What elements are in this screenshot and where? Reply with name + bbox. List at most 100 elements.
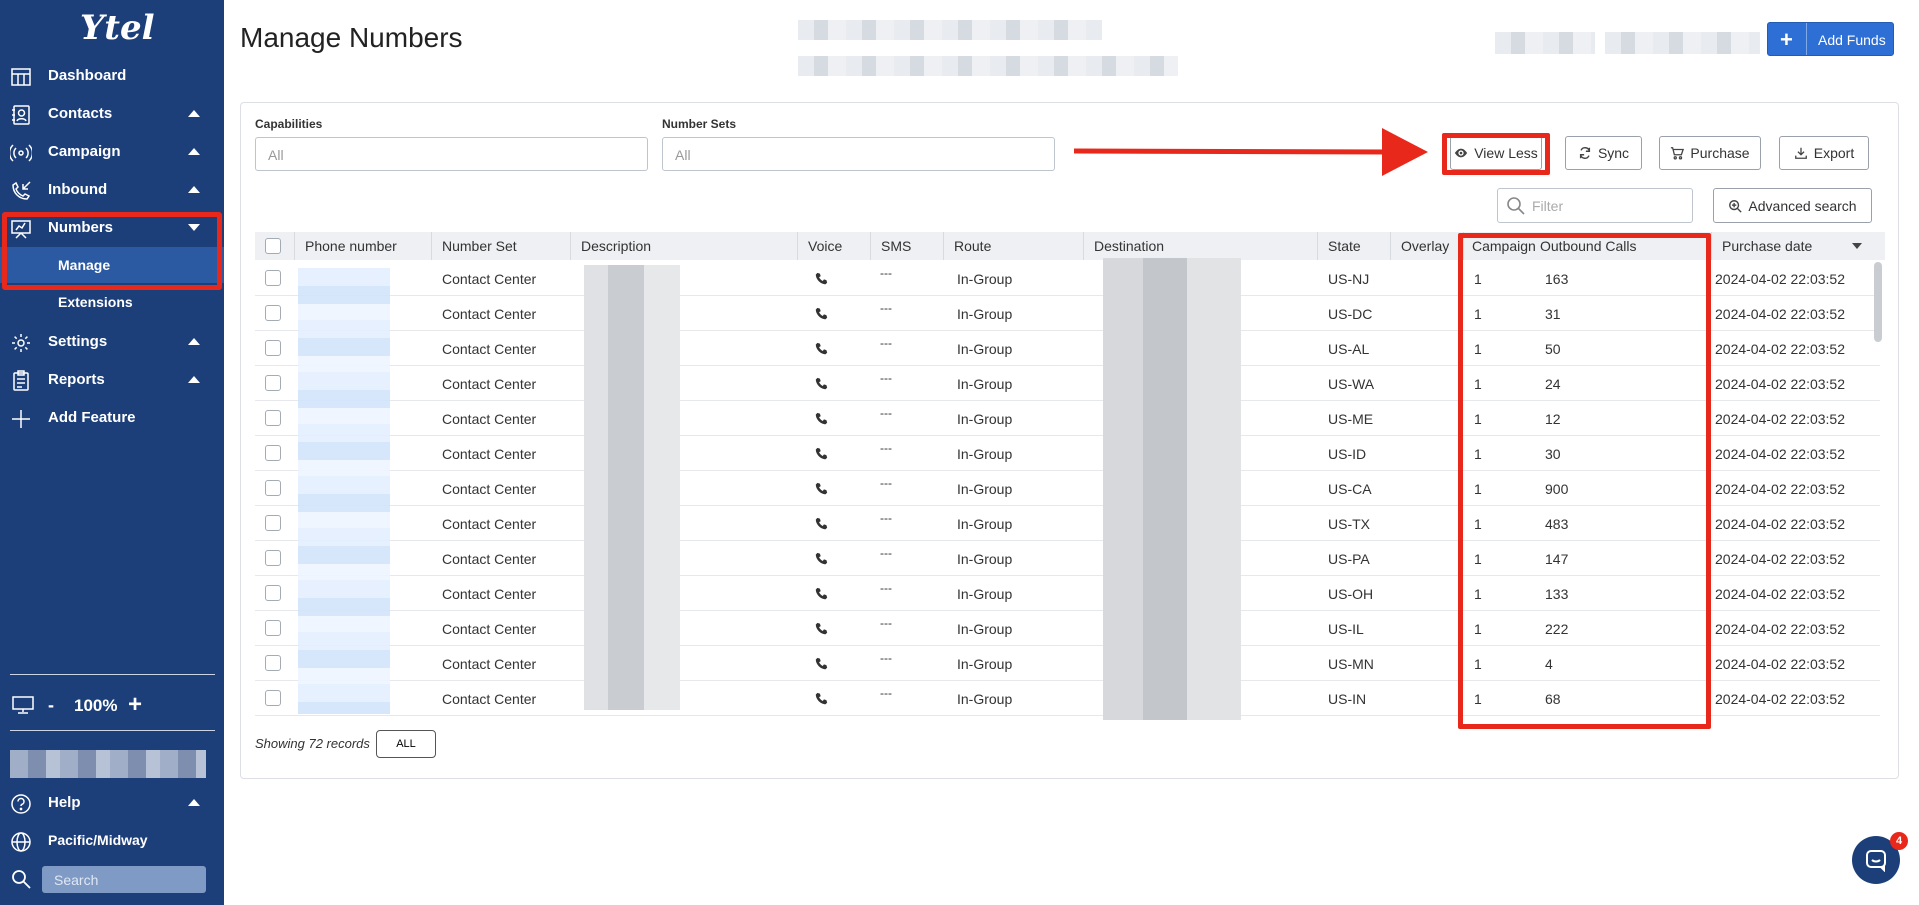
sidebar-item-reports[interactable]: Reports bbox=[0, 361, 224, 399]
advanced-search-button[interactable]: Advanced search bbox=[1713, 188, 1872, 223]
phone-icon bbox=[815, 447, 828, 460]
table-row[interactable]: Contact Center --- In-Group US-NJ 1 163 2024-0… bbox=[255, 261, 1880, 296]
route-cell: In-Group bbox=[957, 481, 1013, 497]
select-all-checkbox[interactable] bbox=[265, 238, 281, 254]
table-row[interactable]: Contact Center --- In-Group US-ID 1 30 2024-04… bbox=[255, 436, 1880, 471]
row-checkbox[interactable] bbox=[265, 585, 281, 601]
table-row[interactable]: Contact Center --- In-Group US-IN 1 68 2024-04… bbox=[255, 681, 1880, 716]
row-checkbox[interactable] bbox=[265, 305, 281, 321]
campaigns-cell: 1 bbox=[1474, 691, 1482, 707]
row-checkbox[interactable] bbox=[265, 375, 281, 391]
table-row[interactable]: Contact Center --- In-Group US-TX 1 483 2024-0… bbox=[255, 506, 1880, 541]
purchase-button[interactable]: Purchase bbox=[1659, 136, 1761, 170]
phone-icon bbox=[815, 657, 828, 670]
plus-icon: + bbox=[1780, 27, 1793, 52]
campaigns-cell: 1 bbox=[1474, 306, 1482, 322]
filter-input[interactable] bbox=[1497, 188, 1693, 223]
column-header-sms[interactable]: SMS bbox=[870, 232, 943, 260]
sidebar-item-label: Numbers bbox=[48, 219, 114, 236]
campaigns-cell: 1 bbox=[1474, 621, 1482, 637]
capabilities-select[interactable]: All bbox=[255, 137, 648, 171]
sidebar-item-settings[interactable]: Settings bbox=[0, 323, 224, 361]
add-funds-button[interactable]: + Add Funds bbox=[1767, 22, 1894, 56]
zoom-out-button[interactable]: - bbox=[48, 695, 54, 716]
table-header: Phone number Number Set Description Voic… bbox=[255, 232, 1885, 260]
purchase-label: Purchase bbox=[1690, 145, 1750, 161]
row-checkbox[interactable] bbox=[265, 445, 281, 461]
row-checkbox[interactable] bbox=[265, 340, 281, 356]
user-account-redacted[interactable] bbox=[10, 750, 206, 778]
export-label: Export bbox=[1813, 145, 1855, 161]
zoom-in-button[interactable]: + bbox=[128, 691, 142, 719]
sidebar-subitem-extensions[interactable]: Extensions bbox=[0, 284, 224, 320]
column-header-campaigns[interactable]: Campaigns bbox=[1463, 232, 1536, 260]
route-cell: In-Group bbox=[957, 586, 1013, 602]
sidebar-subitem-manage[interactable]: Manage bbox=[0, 247, 224, 283]
monitor-icon bbox=[12, 696, 34, 714]
purchase-date-cell: 2024-04-02 22:03:52 bbox=[1715, 481, 1845, 497]
table-row[interactable]: Contact Center --- In-Group US-WA 1 24 2024-04… bbox=[255, 366, 1880, 401]
campaign-icon bbox=[10, 144, 32, 162]
row-checkbox[interactable] bbox=[265, 655, 281, 671]
zoom-level: 100% bbox=[74, 696, 118, 715]
sidebar-item-inbound[interactable]: Inbound bbox=[0, 171, 224, 209]
table-row[interactable]: Contact Center --- In-Group US-OH 1 133 2024-0… bbox=[255, 576, 1880, 611]
row-checkbox[interactable] bbox=[265, 620, 281, 636]
table-row[interactable]: Contact Center --- In-Group US-MN 1 4 2024-04-… bbox=[255, 646, 1880, 681]
row-checkbox[interactable] bbox=[265, 515, 281, 531]
ytel-logo[interactable]: Ytel bbox=[80, 8, 155, 48]
state-cell: US-AL bbox=[1328, 341, 1370, 357]
column-header-state[interactable]: State bbox=[1317, 232, 1390, 260]
state-cell: US-ME bbox=[1328, 411, 1374, 427]
sidebar-item-dashboard[interactable]: Dashboard bbox=[0, 57, 224, 95]
table-row[interactable]: Contact Center --- In-Group US-PA 1 147 2024-0… bbox=[255, 541, 1880, 576]
chevron-up-icon bbox=[188, 376, 200, 383]
campaigns-cell: 1 bbox=[1474, 551, 1482, 567]
route-cell: In-Group bbox=[957, 306, 1013, 322]
row-checkbox[interactable] bbox=[265, 550, 281, 566]
sidebar-item-label: Pacific/Midway bbox=[48, 832, 148, 848]
column-header-outbound-calls[interactable]: Outbound Calls bbox=[1536, 232, 1691, 260]
chevron-up-icon bbox=[188, 148, 200, 155]
outbound-calls-cell: 50 bbox=[1545, 341, 1561, 357]
sort-desc-icon[interactable] bbox=[1852, 243, 1862, 249]
table-row[interactable]: Contact Center --- In-Group US-IL 1 222 2024-0… bbox=[255, 611, 1880, 646]
sidebar-item-numbers[interactable]: Numbers bbox=[0, 209, 224, 247]
number-set-cell: Contact Center bbox=[442, 621, 537, 637]
column-header-phone-number[interactable]: Phone number bbox=[294, 232, 431, 260]
sidebar-item-campaign[interactable]: Campaign bbox=[0, 133, 224, 171]
table-row[interactable]: Contact Center --- In-Group US-CA 1 900 2024-0… bbox=[255, 471, 1880, 506]
outbound-calls-cell: 147 bbox=[1545, 551, 1569, 567]
export-button[interactable]: Export bbox=[1779, 136, 1869, 170]
table-scrollbar[interactable] bbox=[1874, 262, 1882, 342]
sidebar-item-add-feature[interactable]: Add Feature bbox=[0, 399, 224, 437]
row-checkbox[interactable] bbox=[265, 480, 281, 496]
route-cell: In-Group bbox=[957, 621, 1013, 637]
number-sets-select[interactable]: All bbox=[662, 137, 1055, 171]
show-all-button[interactable]: ALL bbox=[376, 730, 436, 758]
sidebar-item-help[interactable]: Help bbox=[0, 784, 224, 822]
table-row[interactable]: Contact Center --- In-Group US-ME 1 12 2024-04… bbox=[255, 401, 1880, 436]
row-checkbox[interactable] bbox=[265, 410, 281, 426]
view-less-button[interactable]: View Less bbox=[1450, 136, 1542, 170]
chevron-down-icon bbox=[188, 224, 200, 231]
column-header-description[interactable]: Description bbox=[570, 232, 797, 260]
row-checkbox[interactable] bbox=[265, 270, 281, 286]
sms-cell: --- bbox=[880, 301, 892, 315]
sync-button[interactable]: Sync bbox=[1565, 136, 1642, 170]
sidebar-search-input[interactable] bbox=[42, 866, 206, 893]
sms-cell: --- bbox=[880, 336, 892, 350]
table-row[interactable]: Contact Center --- In-Group US-DC 1 31 2024-04… bbox=[255, 296, 1880, 331]
column-header-destination[interactable]: Destination bbox=[1083, 232, 1317, 260]
column-header-voice[interactable]: Voice bbox=[797, 232, 870, 260]
column-header-overlay[interactable]: Overlay bbox=[1390, 232, 1463, 260]
column-header-route[interactable]: Route bbox=[943, 232, 1083, 260]
sidebar-item-timezone[interactable]: Pacific/Midway bbox=[0, 822, 224, 860]
state-cell: US-TX bbox=[1328, 516, 1370, 532]
sidebar-item-contacts[interactable]: Contacts bbox=[0, 95, 224, 133]
phone-icon bbox=[815, 622, 828, 635]
column-header-number-set[interactable]: Number Set bbox=[431, 232, 570, 260]
row-checkbox[interactable] bbox=[265, 690, 281, 706]
sms-cell: --- bbox=[880, 476, 892, 490]
table-row[interactable]: Contact Center --- In-Group US-AL 1 50 2024-04… bbox=[255, 331, 1880, 366]
